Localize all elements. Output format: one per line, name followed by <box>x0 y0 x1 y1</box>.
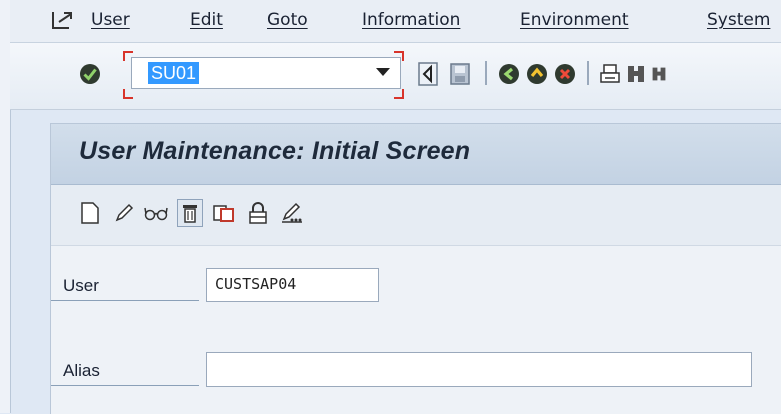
change-pencil-icon[interactable] <box>111 199 137 227</box>
menu-user[interactable]: User <box>91 10 130 30</box>
label-underline <box>51 300 199 301</box>
toolbar-separator <box>485 61 487 85</box>
user-form: User CUSTSAP04 Alias <box>51 246 781 414</box>
back-arrow-icon[interactable] <box>417 61 439 87</box>
lock-icon[interactable] <box>245 199 271 227</box>
chevron-down-icon[interactable] <box>376 68 390 76</box>
alias-input[interactable] <box>206 352 752 387</box>
command-field-value: SU01 <box>148 62 200 84</box>
copy-icon[interactable] <box>211 199 237 227</box>
label-underline <box>51 385 199 386</box>
delete-trash-icon[interactable] <box>177 199 203 227</box>
menu-bar: User Edit Goto Information Environment S… <box>10 0 781 43</box>
back-green-icon[interactable] <box>497 62 521 86</box>
command-field[interactable]: SU01 <box>131 57 401 89</box>
title-bar: User Maintenance: Initial Screen <box>51 124 781 185</box>
menu-system[interactable]: System <box>707 10 770 30</box>
menu-environment[interactable]: Environment <box>520 10 629 30</box>
find-next-icon[interactable] <box>651 62 667 86</box>
page-title: User Maintenance: Initial Screen <box>79 137 471 165</box>
exit-menu-icon[interactable] <box>50 9 76 31</box>
cancel-icon[interactable] <box>553 62 577 86</box>
user-label: User <box>63 276 99 295</box>
find-icon[interactable] <box>625 62 647 86</box>
menu-goto[interactable]: Goto <box>267 10 308 30</box>
menu-edit[interactable]: Edit <box>190 10 223 30</box>
print-icon[interactable] <box>599 62 621 86</box>
content-panel: User Maintenance: Initial Screen User CU… <box>50 123 781 414</box>
alias-label: Alias <box>63 361 100 380</box>
standard-toolbar: SU01 <box>10 43 781 110</box>
create-icon[interactable] <box>77 199 103 227</box>
user-input[interactable]: CUSTSAP04 <box>206 268 379 302</box>
enter-check-icon[interactable] <box>78 62 102 86</box>
save-icon[interactable] <box>449 61 471 87</box>
application-toolbar <box>51 185 781 246</box>
exit-up-icon[interactable] <box>525 62 549 86</box>
change-password-icon[interactable] <box>279 199 305 227</box>
toolbar-separator <box>587 61 589 85</box>
menu-information[interactable]: Information <box>362 10 460 30</box>
display-glasses-icon[interactable] <box>143 199 169 227</box>
